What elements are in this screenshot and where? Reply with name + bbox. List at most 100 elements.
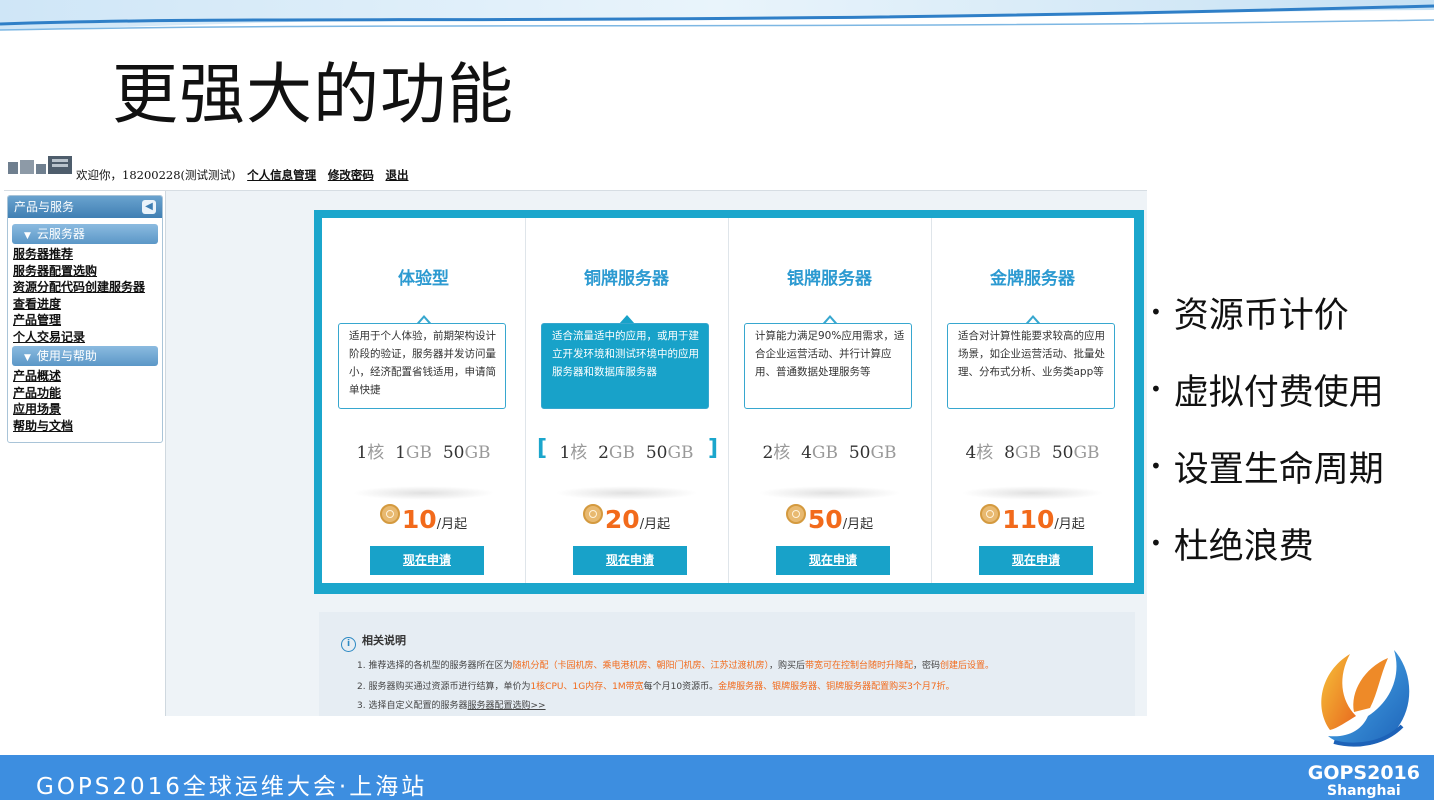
- portal-sidebar: 产品与服务 ◀ ▼ 云服务器 服务器推荐 服务器配置选购 资源分配代码创建服务器 …: [4, 191, 166, 716]
- divider-shadow: [555, 486, 698, 500]
- bullet-dot-icon: •: [1150, 377, 1162, 401]
- price-value: 10: [401, 505, 437, 534]
- slide-footer: GOPS2016全球运维大会·上海站 GOPS2016 Shanghai: [0, 755, 1434, 800]
- sidebar-item-scenarios[interactable]: 应用场景: [13, 401, 162, 418]
- plan-description: 适用于个人体验，前期架构设计阶段的验证，服务器并发访问量小，经济配置省钱适用，申…: [338, 323, 506, 409]
- ram-value: 2: [598, 443, 609, 463]
- plan-specs: 4核 8GB 50GB: [931, 438, 1134, 463]
- coin-icon: [582, 504, 603, 524]
- welcome-bar: 欢迎你，18200228(测试测试) 个人信息管理 修改密码 退出: [76, 167, 408, 183]
- ram-unit: GB: [405, 443, 432, 463]
- sidebar-panel-title: 产品与服务: [14, 200, 75, 214]
- note-line-2: 2. 服务器购买通过资源币进行结算，单价为1核CPU、1G内存、1M带宽每个月1…: [357, 679, 955, 692]
- note-text: ，购买后: [768, 661, 805, 671]
- price-value: 110: [1002, 505, 1055, 534]
- disk-unit: GB: [464, 443, 491, 463]
- sidebar-item-features[interactable]: 产品功能: [13, 385, 162, 402]
- slide-title: 更强大的功能: [112, 56, 514, 133]
- plan-specs: 1核 2GB 50GB: [525, 438, 728, 463]
- price-value: 20: [604, 505, 640, 534]
- bullet-text: 资源币计价: [1173, 296, 1349, 336]
- sidebar-item-transactions[interactable]: 个人交易记录: [13, 329, 162, 346]
- caret-down-icon: ▼: [24, 353, 31, 363]
- plan-price: 10/月起: [322, 504, 525, 534]
- price-value: 50: [807, 505, 843, 534]
- plan-specs: 2核 4GB 50GB: [728, 438, 931, 463]
- divider-shadow: [758, 486, 901, 500]
- apply-button[interactable]: 现在申请: [979, 546, 1093, 575]
- divider-shadow: [961, 486, 1104, 500]
- cpu-value: 1: [356, 443, 368, 463]
- plan-description: 计算能力满足90%应用需求，适合企业运营活动、并行计算应用、普通数据处理服务等: [744, 323, 912, 409]
- sidebar-item-server-config[interactable]: 服务器配置选购: [13, 263, 162, 280]
- bullet-text: 杜绝浪费: [1173, 527, 1314, 567]
- note-highlight: 购买3个月7折。: [889, 682, 955, 692]
- bullet-text: 虚拟付费使用: [1173, 373, 1384, 413]
- ram-unit: GB: [608, 443, 635, 463]
- bullet-item: • 虚拟付费使用: [1150, 353, 1384, 430]
- bullet-item: • 设置生命周期: [1150, 430, 1384, 507]
- note-highlight: 1核CPU、1G内存、1M带宽: [530, 682, 644, 692]
- bullet-item: • 资源币计价: [1150, 276, 1384, 353]
- note-text: 每个月10资源币。: [643, 682, 719, 692]
- plan-title: 体验型: [398, 269, 449, 289]
- info-icon: i: [341, 637, 356, 652]
- plan-specs: 1核 1GB 50GB: [322, 438, 525, 463]
- apply-button[interactable]: 现在申请: [370, 546, 484, 575]
- sidebar-section-help[interactable]: ▼ 使用与帮助: [12, 346, 158, 366]
- plan-card-trial[interactable]: 体验型 适用于个人体验，前期架构设计阶段的验证，服务器并发访问量小，经济配置省钱…: [322, 218, 526, 583]
- plan-description: 适合流量适中的应用，或用于建立开发环境和测试环境中的应用服务器和数据库服务器: [541, 323, 709, 409]
- sidebar-section-label: 云服务器: [36, 227, 85, 241]
- plan-card-silver[interactable]: 银牌服务器 计算能力满足90%应用需求，适合企业运营活动、并行计算应用、普通数据…: [728, 218, 932, 583]
- footer-brand-name: GOPS2016: [1307, 762, 1420, 784]
- bullet-dot-icon: •: [1150, 531, 1162, 555]
- notes-title: 相关说明: [362, 634, 406, 647]
- price-unit: /月起: [1054, 517, 1085, 532]
- plan-price: 50/月起: [728, 504, 931, 534]
- note-line-3: 3. 选择自定义配置的服务器服务器配置选购>>: [357, 698, 546, 711]
- sidebar-section-cloud-servers[interactable]: ▼ 云服务器: [12, 224, 158, 244]
- apply-button[interactable]: 现在申请: [776, 546, 890, 575]
- price-unit: /月起: [639, 517, 671, 532]
- price-unit: /月起: [842, 517, 874, 532]
- bullet-text: 设置生命周期: [1173, 450, 1384, 490]
- footer-brand: GOPS2016 Shanghai: [1308, 763, 1420, 799]
- collapse-icon[interactable]: ◀: [142, 200, 156, 214]
- bullet-dot-icon: •: [1150, 300, 1162, 324]
- note-text: 1. 推荐选择的各机型的服务器所在区为: [357, 661, 513, 671]
- plan-price: 110/月起: [931, 504, 1134, 534]
- divider-shadow: [352, 486, 495, 500]
- apply-button[interactable]: 现在申请: [573, 546, 687, 575]
- cpu-value: 2: [762, 443, 774, 463]
- portal-logo-icon: [8, 156, 72, 174]
- top-decoration: [0, 0, 1434, 31]
- gops-logo-icon: [1321, 650, 1410, 747]
- profile-link[interactable]: 个人信息管理: [247, 168, 316, 182]
- footer-brand-city: Shanghai: [1327, 783, 1401, 799]
- note-highlight: 金牌服务器、银牌服务器、铜牌服务器配置: [718, 682, 890, 692]
- feature-bullets: • 资源币计价 • 虚拟付费使用 • 设置生命周期 • 杜绝浪费: [1150, 276, 1384, 584]
- cpu-unit: 核: [976, 443, 994, 463]
- cpu-unit: 核: [367, 443, 385, 463]
- sidebar-item-overview[interactable]: 产品概述: [13, 368, 162, 385]
- plan-description: 适合对计算性能要求较高的应用场景，如企业运营活动、批量处理、分布式分析、业务类a…: [947, 323, 1115, 409]
- plan-cards: 体验型 适用于个人体验，前期架构设计阶段的验证，服务器并发访问量小，经济配置省钱…: [322, 218, 1134, 583]
- note-line-1: 1. 推荐选择的各机型的服务器所在区为随机分配（卡园机房、乘电港机房、朝阳门机房…: [357, 658, 994, 671]
- ram-value: 1: [395, 443, 406, 463]
- sidebar-section-label: 使用与帮助: [36, 349, 97, 363]
- server-config-link[interactable]: 服务器配置选购>>: [467, 701, 545, 711]
- sidebar-item-docs[interactable]: 帮助与文档: [13, 418, 162, 435]
- sidebar-item-server-recommend[interactable]: 服务器推荐: [13, 246, 162, 263]
- sidebar-item-product-manage[interactable]: 产品管理: [13, 312, 162, 329]
- ram-value: 8: [1004, 443, 1015, 463]
- coin-icon: [785, 504, 806, 524]
- sidebar-item-progress[interactable]: 查看进度: [13, 296, 162, 313]
- plan-card-gold[interactable]: 金牌服务器 适合对计算性能要求较高的应用场景，如企业运营活动、批量处理、分布式分…: [931, 218, 1134, 583]
- plan-card-bronze[interactable]: 铜牌服务器 适合流量适中的应用，或用于建立开发环境和测试环境中的应用服务器和数据…: [525, 218, 729, 583]
- logout-link[interactable]: 退出: [385, 168, 408, 182]
- plan-title: 金牌服务器: [990, 269, 1075, 289]
- change-password-link[interactable]: 修改密码: [328, 168, 374, 182]
- portal-header: 欢迎你，18200228(测试测试) 个人信息管理 修改密码 退出: [4, 150, 1147, 191]
- note-text: 3. 选择自定义配置的服务器: [357, 701, 468, 711]
- sidebar-item-code-create[interactable]: 资源分配代码创建服务器: [13, 279, 162, 296]
